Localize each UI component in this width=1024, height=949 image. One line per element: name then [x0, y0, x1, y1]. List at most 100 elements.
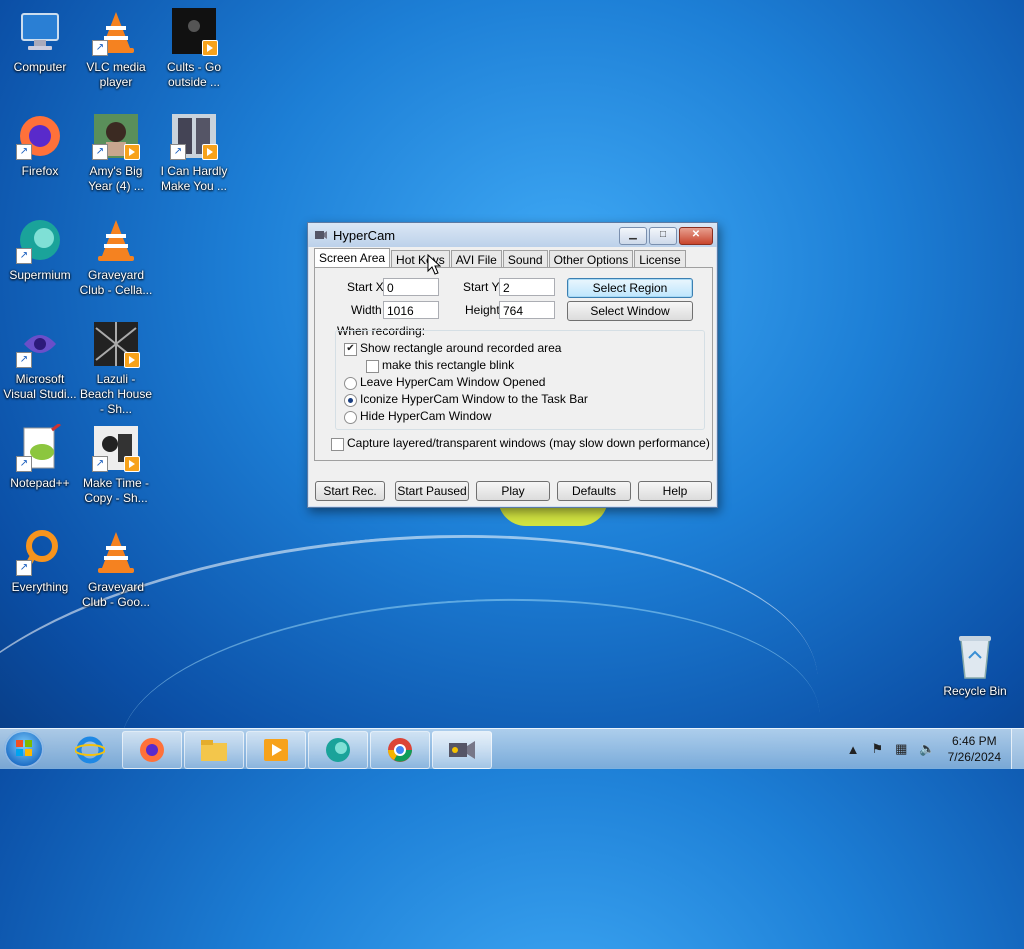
firefox-icon: ↗: [16, 112, 64, 160]
show-rectangle-checkbox[interactable]: ✔: [344, 343, 357, 356]
window-titlebar[interactable]: HyperCam ▁ □ ✕: [308, 223, 717, 247]
start-rec-button[interactable]: Start Rec.: [315, 481, 385, 501]
video-thumbnail-icon: [92, 320, 140, 368]
desktop-icon-firefox[interactable]: ↗ Firefox: [2, 112, 78, 179]
desktop-icon-label: Graveyard Club - Cella...: [79, 268, 153, 297]
desktop-icon-video[interactable]: ↗ Amy's Big Year (4) ...: [78, 112, 154, 194]
taskbar: ▲ ⚑ ▦ 🔈 6:46 PM 7/26/2024: [0, 728, 1024, 769]
taskbar-firefox[interactable]: [122, 731, 182, 769]
close-button[interactable]: ✕: [679, 227, 713, 245]
volume-icon[interactable]: 🔈: [919, 741, 935, 757]
media-play-icon: [202, 144, 218, 160]
media-play-icon: [202, 40, 218, 56]
help-button[interactable]: Help: [638, 481, 712, 501]
desktop-icon-label: Lazuli - Beach House - Sh...: [79, 372, 153, 416]
taskbar-supermium[interactable]: [308, 731, 368, 769]
desktop-icon-video[interactable]: ↗ Make Time - Copy - Sh...: [78, 424, 154, 506]
start-button[interactable]: [4, 730, 44, 768]
desktop-icon-vlc-file[interactable]: Graveyard Club - Goo...: [78, 528, 154, 610]
desktop-icon-label: Recycle Bin: [943, 684, 1007, 698]
shortcut-arrow-icon: ↗: [16, 352, 32, 368]
height-field[interactable]: 764: [499, 301, 555, 319]
radio-iconize[interactable]: [344, 394, 357, 407]
desktop-icon-vlc[interactable]: ↗ VLC media player: [78, 8, 154, 90]
taskbar-file-explorer[interactable]: [184, 731, 244, 769]
capture-layered-label: Capture layered/transparent windows (may…: [347, 436, 710, 450]
shortcut-arrow-icon: ↗: [16, 560, 32, 576]
taskbar-media-player[interactable]: [246, 731, 306, 769]
capture-layered-checkbox[interactable]: [331, 438, 344, 451]
select-region-button[interactable]: Select Region: [567, 278, 693, 298]
shortcut-arrow-icon: ↗: [16, 144, 32, 160]
window-title: HyperCam: [333, 227, 396, 243]
shortcut-arrow-icon: ↗: [16, 248, 32, 264]
action-center-flag-icon[interactable]: ⚑: [871, 741, 883, 757]
desktop-icon-label: Cults - Go outside ...: [166, 60, 221, 89]
shortcut-arrow-icon: ↗: [92, 40, 108, 56]
maximize-button[interactable]: □: [649, 227, 677, 245]
file-explorer-icon: [201, 740, 227, 761]
shortcut-arrow-icon: ↗: [170, 144, 186, 160]
desktop-icon-label: Microsoft Visual Studi...: [3, 372, 77, 401]
internet-explorer-icon: [75, 736, 105, 764]
desktop-icon-label: Everything: [11, 580, 69, 594]
media-play-icon: [124, 144, 140, 160]
radio-leave-opened[interactable]: [344, 377, 357, 390]
desktop-icon-everything[interactable]: ↗ Everything: [2, 528, 78, 595]
desktop-icon-computer[interactable]: Computer: [2, 8, 78, 75]
vlc-icon: [92, 216, 140, 264]
system-tray: ▲ ⚑ ▦ 🔈 6:46 PM 7/26/2024: [841, 729, 1024, 769]
blink-checkbox[interactable]: [366, 360, 379, 373]
desktop-icon-recycle-bin[interactable]: Recycle Bin: [937, 632, 1013, 699]
radio-leave-opened-label: Leave HyperCam Window Opened: [360, 375, 546, 389]
blink-label: make this rectangle blink: [382, 358, 515, 372]
desktop-icon-label: Supermium: [9, 268, 71, 282]
width-label: Width: [351, 303, 382, 317]
desktop-icon-label: Firefox: [21, 164, 59, 178]
show-desktop-button[interactable]: [1011, 729, 1024, 769]
taskbar-chrome[interactable]: [370, 731, 430, 769]
taskbar-hypercam[interactable]: [432, 731, 492, 769]
desktop-icon-visual-studio[interactable]: ↗ Microsoft Visual Studi...: [2, 320, 78, 402]
windows-logo-icon: [16, 740, 32, 756]
when-recording-group: ✔ Show rectangle around recorded area ma…: [335, 330, 705, 430]
desktop-icon-label: VLC media player: [86, 60, 146, 89]
hypercam-window[interactable]: HyperCam ▁ □ ✕ Screen Area Hot Keys AVI …: [307, 222, 718, 508]
width-field[interactable]: 1016: [383, 301, 439, 319]
start-paused-button[interactable]: Start Paused: [395, 481, 469, 501]
clock-time: 6:46 PM: [951, 734, 997, 748]
hypercam-icon: [315, 231, 327, 239]
video-thumbnail-icon: ↗: [92, 112, 140, 160]
radio-iconize-label: Iconize HyperCam Window to the Task Bar: [360, 392, 588, 406]
radio-hide[interactable]: [344, 411, 357, 424]
desktop-icon-video[interactable]: ↗ I Can Hardly Make You ...: [156, 112, 232, 194]
start-y-field[interactable]: 2: [499, 278, 555, 296]
desktop-icon-video[interactable]: Cults - Go outside ...: [156, 8, 232, 90]
visual-studio-icon: ↗: [16, 320, 64, 368]
notepadpp-icon: ↗: [16, 422, 64, 472]
media-player-icon: [264, 739, 288, 761]
vlc-icon: ↗: [92, 8, 140, 56]
taskbar-internet-explorer[interactable]: [60, 731, 120, 769]
clock[interactable]: 6:46 PM 7/26/2024: [948, 733, 1001, 765]
desktop-icon-video[interactable]: Lazuli - Beach House - Sh...: [78, 320, 154, 417]
desktop: { "desktop_icons": [ {"label":"Computer"…: [0, 0, 1024, 949]
desktop-icon-vlc-file[interactable]: Graveyard Club - Cella...: [78, 216, 154, 298]
play-button[interactable]: Play: [476, 481, 550, 501]
shortcut-arrow-icon: ↗: [92, 144, 108, 160]
start-x-field[interactable]: 0: [383, 278, 439, 296]
defaults-button[interactable]: Defaults: [557, 481, 631, 501]
minimize-button[interactable]: ▁: [619, 227, 647, 245]
supermium-icon: ↗: [16, 216, 64, 264]
shortcut-arrow-icon: ↗: [92, 456, 108, 472]
select-window-button[interactable]: Select Window: [567, 301, 693, 321]
desktop-icon-notepadpp[interactable]: ↗ Notepad++: [2, 422, 78, 491]
show-rectangle-label: Show rectangle around recorded area: [360, 341, 562, 355]
desktop-icon-label: Make Time - Copy - Sh...: [82, 476, 149, 505]
network-icon[interactable]: ▦: [895, 741, 907, 757]
desktop-icon-supermium[interactable]: ↗ Supermium: [2, 216, 78, 283]
show-hidden-icons-icon[interactable]: ▲: [847, 742, 860, 757]
desktop-icon-label: Notepad++: [10, 476, 70, 490]
radio-hide-label: Hide HyperCam Window: [360, 409, 492, 423]
media-play-icon: [124, 456, 140, 472]
